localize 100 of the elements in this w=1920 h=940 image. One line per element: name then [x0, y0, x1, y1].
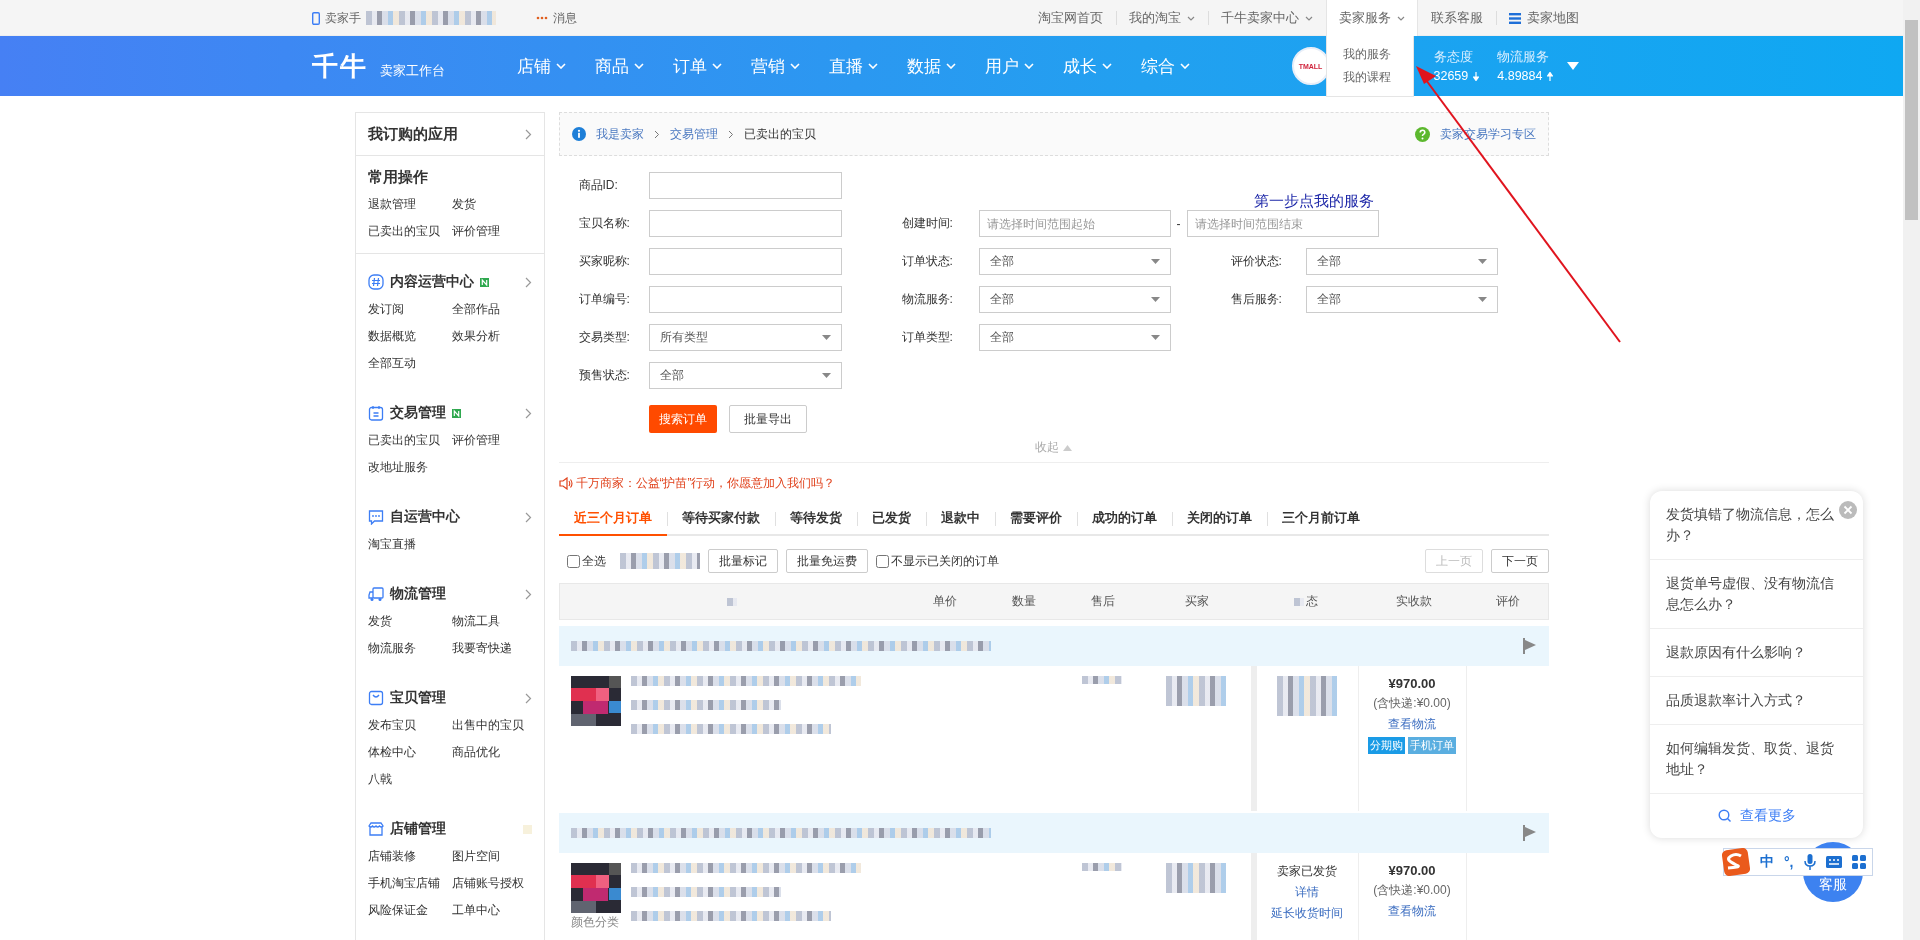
- order-tab[interactable]: 已发货: [856, 504, 926, 534]
- sidebar-link[interactable]: 店铺装修: [367, 843, 452, 870]
- input-field[interactable]: [648, 248, 842, 275]
- sidebar-link[interactable]: 出售中的宝贝: [451, 712, 536, 739]
- sidebar-link[interactable]: 商品优化: [451, 739, 536, 766]
- topbar-menu[interactable]: 卖家地图: [1495, 0, 1592, 36]
- pager-button[interactable]: 下一页: [1490, 549, 1549, 573]
- topbar-menu[interactable]: 千牛卖家中心: [1207, 0, 1326, 36]
- sidebar-link[interactable]: 八戟: [367, 766, 452, 793]
- notice-link[interactable]: 千万商家：公益“护苗”行动，你愿意加入我们吗？: [575, 475, 836, 492]
- sidebar-link[interactable]: 评价管理: [451, 427, 536, 454]
- checkbox[interactable]: [875, 554, 889, 568]
- sidebar-link[interactable]: 全部互动: [367, 350, 452, 377]
- dropdown-field[interactable]: 全部: [648, 362, 842, 389]
- sidebar-link[interactable]: 发货: [367, 608, 452, 635]
- expand-icon[interactable]: [1567, 62, 1580, 70]
- sidebar-link[interactable]: 我要寄快递: [451, 635, 536, 662]
- dropdown-field[interactable]: 全部: [1305, 286, 1498, 313]
- group-title[interactable]: 宝贝管理: [389, 689, 446, 707]
- sidebar-link[interactable]: 已卖出的宝贝: [367, 218, 452, 245]
- grid-icon[interactable]: [1851, 855, 1866, 869]
- sidebar-link[interactable]: 风险保证金: [367, 897, 452, 924]
- sidebar-link[interactable]: 已卖出的宝贝: [367, 427, 452, 454]
- order-tab[interactable]: 需要评价: [994, 504, 1077, 534]
- scrollbar[interactable]: [1903, 0, 1920, 940]
- topbar-link[interactable]: 卖家手: [324, 9, 361, 27]
- order-link[interactable]: 详情: [1295, 884, 1319, 901]
- breadcrumb-link[interactable]: 交易管理: [669, 125, 718, 143]
- date-field[interactable]: 请选择时间范围起始: [978, 210, 1171, 237]
- checkbox-label[interactable]: 不显示已关闭的订单: [890, 552, 999, 570]
- chevron-icon[interactable]: [524, 588, 532, 600]
- sidebar-link[interactable]: 改地址服务: [367, 454, 452, 481]
- more-link[interactable]: 查看更多: [1650, 794, 1863, 838]
- order-tab[interactable]: 等待买家付款: [666, 504, 775, 534]
- sidebar-link[interactable]: 体检中心: [367, 739, 452, 766]
- dropdown-field[interactable]: 所有类型: [648, 324, 842, 351]
- sidebar-link[interactable]: 发货: [451, 191, 536, 218]
- sidebar-link[interactable]: 效果分析: [451, 323, 536, 350]
- menu-item[interactable]: 我的课程: [1342, 69, 1413, 86]
- group-title[interactable]: 物流管理: [389, 585, 446, 603]
- checkbox-label[interactable]: 全选: [581, 552, 606, 570]
- sidebar-link[interactable]: 图片空间: [451, 843, 536, 870]
- dropdown-field[interactable]: 全部: [978, 324, 1171, 351]
- checkbox[interactable]: [566, 554, 580, 568]
- dropdown-field[interactable]: 全部: [978, 286, 1171, 313]
- order-tab[interactable]: 三个月前订单: [1266, 504, 1375, 534]
- topbar-menu[interactable]: 淘宝网首页: [1024, 0, 1116, 36]
- chevron-icon[interactable]: [524, 511, 532, 523]
- order-tab[interactable]: 关闭的订单: [1171, 504, 1267, 534]
- help-question[interactable]: 退款原因有什么影响？: [1650, 629, 1863, 677]
- group-title[interactable]: 内容运营中心: [389, 273, 474, 291]
- sidebar-link[interactable]: 工单中心: [451, 897, 536, 924]
- order-link[interactable]: 延长收货时间: [1271, 905, 1343, 922]
- batch-button[interactable]: 批量免运费: [785, 549, 868, 573]
- sidebar-link[interactable]: 发布宝贝: [367, 712, 452, 739]
- sidebar-link[interactable]: 退款管理: [367, 191, 452, 218]
- sidebar-link[interactable]: 评价管理: [451, 218, 536, 245]
- chevron-icon[interactable]: [524, 276, 532, 288]
- sidebar-link[interactable]: 全部作品: [451, 296, 536, 323]
- ime-mode[interactable]: 中: [1760, 853, 1774, 871]
- sidebar-link[interactable]: 淘宝直播: [367, 531, 452, 558]
- logistics-link[interactable]: 查看物流: [1388, 903, 1436, 920]
- help-question[interactable]: 发货填错了物流信息，怎么办？: [1650, 491, 1863, 560]
- logistics-link[interactable]: 查看物流: [1388, 716, 1436, 733]
- topbar-menu[interactable]: 联系客服: [1417, 0, 1496, 36]
- dropdown-field[interactable]: 全部: [1305, 248, 1498, 275]
- input-field[interactable]: [648, 172, 842, 199]
- sidebar-link[interactable]: 发订阅: [367, 296, 452, 323]
- sidebar-title[interactable]: 我订购的应用: [367, 124, 458, 144]
- breadcrumb-link[interactable]: 我是卖家: [595, 125, 644, 143]
- order-tab[interactable]: 退款中: [925, 504, 995, 534]
- date-field[interactable]: 请选择时间范围结束: [1186, 210, 1379, 237]
- sidebar-link[interactable]: 物流工具: [451, 608, 536, 635]
- help-question[interactable]: 如何编辑发货、取货、退货地址？: [1650, 725, 1863, 794]
- scrollbar-thumb[interactable]: [1905, 20, 1918, 220]
- order-tab[interactable]: 成功的订单: [1076, 504, 1172, 534]
- chevron-icon[interactable]: [524, 407, 532, 419]
- sidebar-link[interactable]: 数据概览: [367, 323, 452, 350]
- group-title[interactable]: 店铺管理: [389, 820, 446, 838]
- chevron-icon[interactable]: [524, 692, 532, 704]
- help-question[interactable]: 退货单号虚假、没有物流信息怎么办？: [1650, 560, 1863, 629]
- input-field[interactable]: [648, 286, 842, 313]
- flag-icon[interactable]: [1522, 638, 1537, 654]
- topbar-menu[interactable]: 我的淘宝: [1115, 0, 1208, 36]
- export-button[interactable]: 批量导出: [728, 405, 807, 433]
- microphone-icon[interactable]: [1803, 854, 1816, 870]
- menu-item[interactable]: 我的服务: [1342, 46, 1413, 63]
- ime-punctuation[interactable]: °,: [1784, 854, 1794, 870]
- help-question[interactable]: 品质退款率计入方式？: [1650, 677, 1863, 725]
- topbar-link[interactable]: 消息: [552, 9, 577, 27]
- order-tab[interactable]: 等待发货: [774, 504, 857, 534]
- group-title[interactable]: 自运营中心: [389, 508, 460, 526]
- close-icon[interactable]: [1839, 501, 1857, 519]
- keyboard-icon[interactable]: [1825, 856, 1842, 868]
- sidebar-link[interactable]: 手机淘宝店铺: [367, 870, 452, 897]
- input-field[interactable]: [648, 210, 842, 237]
- sidebar-link[interactable]: 店铺账号授权: [451, 870, 536, 897]
- dropdown-field[interactable]: 全部: [978, 248, 1171, 275]
- flag-icon[interactable]: [1522, 825, 1537, 841]
- batch-button[interactable]: 批量标记: [707, 549, 778, 573]
